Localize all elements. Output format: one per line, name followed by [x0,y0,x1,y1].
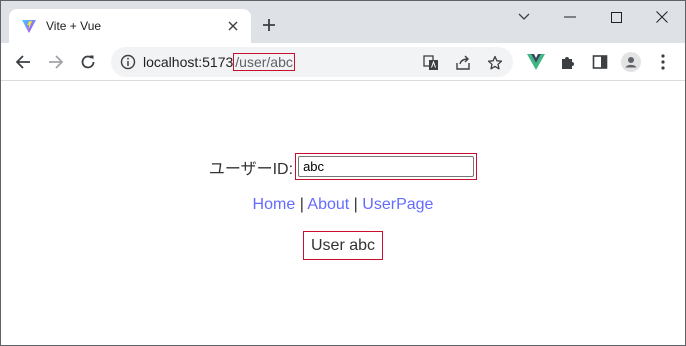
extensions-puzzle-icon[interactable] [558,52,578,72]
tab-strip: Vite + Vue [1,1,685,43]
browser-toolbar: localhost:5173/user/abc [1,43,685,81]
address-bar[interactable]: localhost:5173/user/abc [111,47,513,77]
tab-title: Vite + Vue [46,19,102,33]
translate-icon[interactable] [422,54,440,72]
user-id-row: ユーザーID: [1,153,685,180]
tab-search-icon[interactable] [501,1,547,33]
forward-arrow-icon[interactable] [44,50,68,74]
user-display: User abc [303,231,383,260]
userpage-link[interactable]: UserPage [362,196,433,213]
nav-links: Home | About | UserPage [1,196,685,214]
vue-devtools-icon[interactable] [526,52,546,72]
close-window-icon[interactable] [639,1,685,33]
nav-separator: | [299,196,304,213]
url-text[interactable]: localhost:5173/user/abc [143,53,295,71]
bookmark-star-icon[interactable] [486,54,504,72]
about-link[interactable]: About [307,196,349,213]
new-tab-icon[interactable] [259,15,279,35]
home-link[interactable]: Home [253,196,296,213]
browser-window: Vite + Vue localhost:5173 /user/abc ユーザー… [0,0,686,346]
side-panel-icon[interactable] [590,52,610,72]
menu-kebab-icon[interactable] [653,52,673,72]
user-id-input[interactable] [298,156,475,177]
site-info-icon[interactable] [120,54,136,70]
share-icon[interactable] [454,54,472,72]
vite-logo-icon [21,18,37,34]
page-content: ユーザーID: Home | About | UserPage User abc [1,82,685,345]
profile-avatar-icon[interactable] [621,52,641,72]
close-tab-icon[interactable] [225,18,241,34]
nav-separator: | [353,196,358,213]
back-arrow-icon[interactable] [11,50,35,74]
url-path: /user/abc [233,53,295,71]
reload-icon[interactable] [76,50,100,74]
tab-active[interactable]: Vite + Vue [9,9,251,43]
user-id-label: ユーザーID: [208,160,294,178]
user-id-highlight [295,153,478,180]
minimize-icon[interactable] [547,1,593,33]
url-host: localhost:5173 [143,54,234,70]
maximize-icon[interactable] [593,1,639,33]
